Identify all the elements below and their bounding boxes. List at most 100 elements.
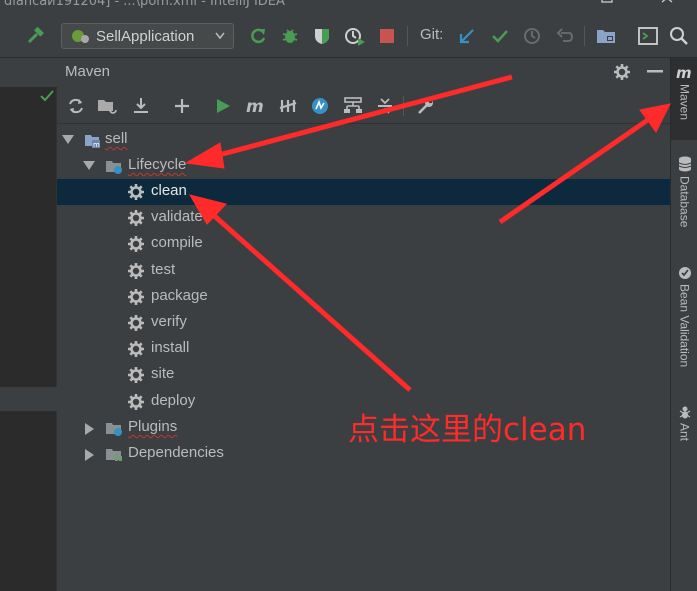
- tool-tab-label: Ant: [677, 423, 692, 442]
- gear-icon: [128, 315, 144, 331]
- stop-icon[interactable]: [375, 24, 399, 48]
- download-sources-icon[interactable]: [130, 95, 152, 117]
- toggle-offline-mode-icon[interactable]: [277, 95, 299, 117]
- goal-label: install: [151, 339, 190, 357]
- close-window-icon[interactable]: [660, 0, 674, 6]
- tool-tab-label: Maven: [677, 84, 692, 121]
- tree-node-lifecycle[interactable]: Lifecycle: [57, 153, 670, 179]
- dependencies-folder-icon: [106, 449, 122, 461]
- gear-icon: [128, 367, 144, 384]
- lifecycle-goal-validate[interactable]: validate: [57, 205, 670, 231]
- profile-run-icon[interactable]: [343, 24, 367, 48]
- search-icon[interactable]: [667, 24, 691, 48]
- svg-text:m: m: [93, 141, 100, 149]
- git-label: Git:: [420, 26, 444, 43]
- gear-icon: [128, 341, 144, 358]
- tool-tab-label: Bean Validation: [677, 284, 692, 368]
- generate-sources-folder-icon[interactable]: [96, 95, 118, 117]
- git-history-clock-icon[interactable]: [520, 24, 544, 48]
- plugins-folder-icon: [106, 423, 122, 436]
- editor-tab-strip: [0, 58, 57, 88]
- tool-tab-bean-validation[interactable]: Bean Validation: [671, 262, 697, 392]
- toolbar-divider: [403, 96, 404, 116]
- lifecycle-goal-compile[interactable]: compile: [57, 231, 670, 257]
- maven-settings-wrench-icon[interactable]: [415, 95, 437, 117]
- collapse-all-icon[interactable]: [374, 95, 396, 117]
- lifecycle-goal-package[interactable]: package: [57, 284, 670, 310]
- git-update-arrow-icon[interactable]: [455, 24, 479, 48]
- maven-toolbar: m: [57, 88, 670, 124]
- run-configuration-select[interactable]: SellApplication: [61, 23, 234, 49]
- database-icon: [678, 156, 691, 172]
- dependencies-label: Dependencies: [128, 444, 224, 461]
- build-hammer-icon[interactable]: [24, 24, 48, 48]
- lifecycle-folder-icon: [106, 161, 122, 174]
- tool-tab-maven[interactable]: m Maven: [671, 58, 697, 140]
- gear-icon: [128, 184, 144, 200]
- ant-icon: [679, 406, 690, 419]
- project-name: sell: [105, 130, 128, 147]
- debug-bug-icon[interactable]: [278, 24, 302, 48]
- execute-maven-goal-icon[interactable]: m: [245, 95, 267, 117]
- right-tool-strip: m Maven Database Bean Validation Ant: [670, 58, 697, 591]
- annotation-text: 点击这里的clean: [348, 412, 587, 448]
- tool-tab-ant[interactable]: Ant: [671, 402, 697, 454]
- gear-icon: [128, 210, 144, 227]
- coverage-shield-icon[interactable]: [310, 24, 334, 48]
- maven-title: Maven: [65, 63, 111, 80]
- editor-current-line: [0, 387, 57, 411]
- rerun-icon[interactable]: [246, 24, 270, 48]
- goal-label: test: [151, 260, 176, 278]
- svg-text:m: m: [246, 97, 264, 115]
- tool-tab-database[interactable]: Database: [671, 152, 697, 242]
- lifecycle-goal-clean[interactable]: clean: [57, 179, 670, 205]
- tree-node-project-sell[interactable]: m sell: [57, 127, 670, 153]
- terminal-window-icon[interactable]: [636, 24, 660, 48]
- run-configuration-label: SellApplication: [96, 27, 195, 45]
- add-maven-project-icon[interactable]: [171, 95, 193, 117]
- restore-window-icon[interactable]: [600, 0, 614, 6]
- window-title: diancaи191204] - ...\pom.xml - IntelliJ …: [4, 0, 285, 9]
- gear-icon: [128, 393, 144, 410]
- git-commit-check-icon[interactable]: [488, 24, 512, 48]
- lifecycle-goal-install[interactable]: install: [57, 336, 670, 362]
- toolbar-divider: [407, 26, 408, 46]
- expand-arrow-icon[interactable]: [85, 423, 94, 435]
- toolbar-divider: [584, 26, 585, 46]
- goal-label: package: [151, 286, 208, 304]
- minimize-icon[interactable]: [647, 70, 663, 74]
- main-toolbar: SellApplication Git:: [0, 14, 697, 58]
- bean-validation-icon: [678, 267, 691, 279]
- reimport-icon[interactable]: [65, 95, 87, 117]
- goal-label: verify: [151, 313, 187, 330]
- spring-boot-icon: [72, 30, 89, 43]
- git-rollback-icon[interactable]: [553, 24, 577, 48]
- expand-arrow-icon[interactable]: [85, 449, 94, 461]
- expand-arrow-icon[interactable]: [62, 135, 74, 144]
- lifecycle-goal-site[interactable]: site: [57, 362, 670, 388]
- gear-icon[interactable]: [613, 63, 631, 81]
- gear-icon: [128, 288, 144, 305]
- run-maven-build-icon[interactable]: [212, 95, 234, 117]
- editor-pane: [0, 58, 57, 591]
- gear-icon: [128, 236, 144, 253]
- tool-tab-label: Database: [677, 176, 692, 228]
- lifecycle-label: Lifecycle: [128, 156, 187, 173]
- title-bar: diancaи191204] - ...\pom.xml - IntelliJ …: [0, 0, 697, 14]
- maven-m-icon: m: [676, 66, 692, 80]
- goal-label: compile: [151, 234, 203, 252]
- plugins-label: Plugins: [128, 418, 178, 435]
- expand-arrow-icon[interactable]: [83, 161, 95, 170]
- goal-label: clean: [151, 182, 187, 199]
- project-structure-icon[interactable]: [594, 24, 618, 48]
- goal-label: deploy: [151, 391, 196, 409]
- lifecycle-goal-verify[interactable]: verify: [57, 310, 670, 336]
- check-icon: [40, 90, 54, 102]
- skip-tests-icon[interactable]: [309, 95, 331, 117]
- lifecycle-goal-test[interactable]: test: [57, 258, 670, 284]
- show-dependencies-icon[interactable]: [342, 95, 364, 117]
- maven-tool-window: Maven m m sell Lifecycle clean validate …: [57, 58, 670, 591]
- chevron-down-icon: [215, 32, 225, 40]
- gear-icon: [128, 262, 144, 279]
- goal-label: validate: [151, 208, 203, 226]
